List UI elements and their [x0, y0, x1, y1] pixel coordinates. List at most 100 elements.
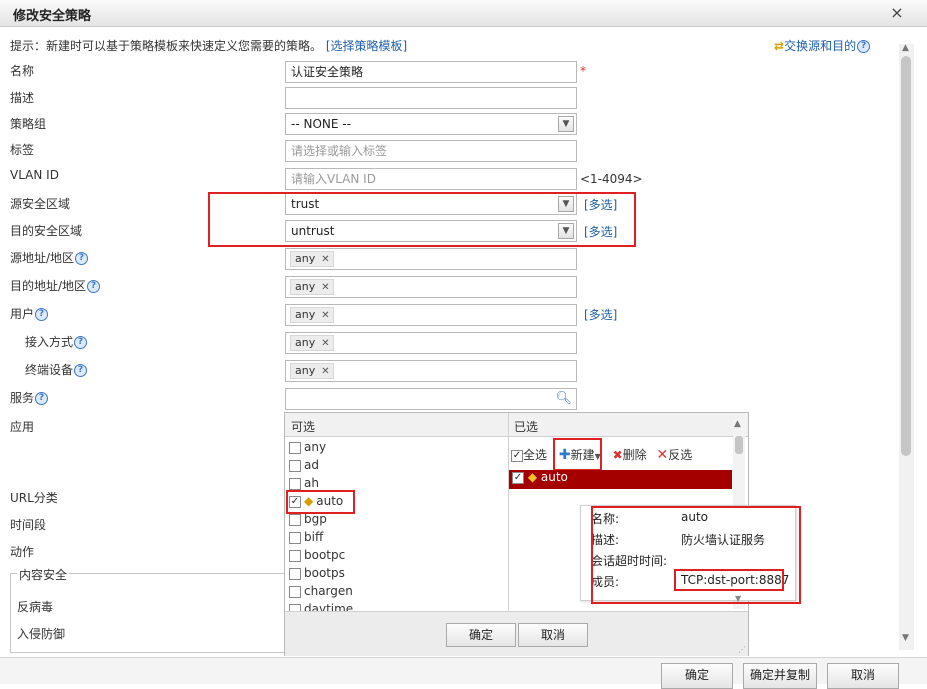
ok-button[interactable]: 确定	[661, 663, 733, 689]
checkbox[interactable]	[289, 603, 301, 611]
policy-group-value: -- NONE --	[291, 117, 351, 131]
close-icon[interactable]: ×	[888, 3, 906, 22]
option-label: ad	[304, 458, 319, 472]
dst-addr-input[interactable]: any ✕	[285, 276, 577, 298]
name-label: 名称	[10, 64, 35, 78]
checkbox[interactable]	[289, 531, 301, 544]
checkbox[interactable]	[289, 585, 301, 598]
dst-addr-label-text: 目的地址/地区	[10, 279, 87, 293]
swap-label: 交换源和目的	[784, 39, 857, 53]
list-item[interactable]: bootpc	[289, 548, 345, 562]
list-item[interactable]: ah	[289, 476, 319, 490]
vlan-range: <1-4094>	[580, 172, 643, 186]
remove-icon[interactable]: ✕	[321, 338, 329, 349]
user-label-text: 用户	[10, 307, 35, 321]
vlan-input[interactable]: 请输入VLAN ID	[285, 168, 577, 190]
access-mode-label-text: 接入方式	[25, 335, 74, 349]
antivirus-label: 反病毒	[17, 600, 54, 614]
time-range-label: 时间段	[10, 518, 47, 532]
ok-and-copy-button[interactable]: 确定并复制	[743, 663, 817, 689]
scroll-thumb[interactable]	[901, 56, 911, 456]
picker-divider	[508, 413, 509, 611]
dialog-title: 修改安全策略	[13, 9, 92, 24]
list-item[interactable]: biff	[289, 530, 323, 544]
dst-addr-tag: any ✕	[290, 279, 334, 295]
tag-label: any	[295, 280, 316, 293]
access-mode-tag: any ✕	[290, 335, 334, 351]
list-item[interactable]: any	[289, 440, 326, 454]
checkbox-checked[interactable]: ✓	[511, 449, 523, 462]
scroll-down-icon[interactable]: ▼	[902, 633, 909, 643]
remove-icon[interactable]: ✕	[321, 254, 329, 265]
src-addr-input[interactable]: any ✕	[285, 248, 577, 270]
checkbox-checked[interactable]: ✓	[512, 471, 524, 484]
search-icon[interactable]: 🔍︎	[555, 389, 572, 409]
access-mode-input[interactable]: any ✕	[285, 332, 577, 354]
checkbox[interactable]	[289, 441, 301, 454]
list-item[interactable]: bootps	[289, 566, 345, 580]
vlan-label: VLAN ID	[10, 168, 59, 182]
help-icon[interactable]: ?	[87, 280, 101, 293]
chevron-down-icon[interactable]: ▼	[558, 116, 574, 132]
picker-cancel-button[interactable]: 取消	[518, 623, 588, 647]
help-icon[interactable]: ?	[857, 40, 871, 53]
list-item[interactable]: bgp	[289, 512, 327, 526]
checkbox[interactable]	[289, 567, 301, 580]
tag-input[interactable]: 请选择或输入标签	[285, 140, 577, 162]
list-item[interactable]: daytime	[289, 602, 353, 611]
selected-header: 已选	[514, 420, 539, 434]
name-input[interactable]: 认证安全策略	[285, 61, 577, 83]
checkbox[interactable]	[289, 459, 301, 472]
remove-icon[interactable]: ✕	[321, 366, 329, 377]
delete-label: 删除	[622, 448, 647, 462]
terminal-input[interactable]: any ✕	[285, 360, 577, 382]
picker-ok-button[interactable]: 确定	[446, 623, 516, 647]
help-icon[interactable]: ?	[35, 308, 49, 321]
app-icon: ◆	[527, 470, 538, 484]
src-zone-label: 源安全区域	[10, 197, 71, 211]
remove-icon[interactable]: ✕	[321, 310, 329, 321]
checkbox[interactable]	[289, 513, 301, 526]
access-mode-label: 接入方式?	[25, 333, 88, 350]
scroll-up-icon[interactable]: ▲	[902, 43, 909, 53]
swap-link[interactable]: ⇄交换源和目的?	[774, 37, 871, 54]
checkbox[interactable]	[289, 477, 301, 490]
delete-button[interactable]: ✖删除	[613, 448, 647, 462]
option-label: biff	[304, 530, 324, 544]
zone-highlight-box	[208, 192, 636, 247]
service-label-text: 服务	[10, 391, 35, 405]
user-label: 用户?	[10, 305, 49, 322]
service-label: 服务?	[10, 389, 49, 406]
help-icon[interactable]: ?	[75, 252, 89, 265]
invert-icon: ✕	[656, 447, 669, 463]
invert-button[interactable]: ✕反选	[656, 447, 692, 463]
resize-grip-icon[interactable]: ⋰	[738, 645, 746, 654]
list-item[interactable]: chargen	[289, 584, 353, 598]
user-input[interactable]: any ✕	[285, 304, 577, 326]
cancel-button[interactable]: 取消	[827, 663, 899, 689]
help-icon[interactable]: ?	[35, 392, 49, 405]
select-template-link[interactable]: [选择策略模板]	[326, 39, 407, 53]
dst-zone-label: 目的安全区域	[10, 224, 83, 238]
tag-label: any	[295, 252, 316, 265]
tag-label: any	[295, 308, 316, 321]
application-label: 应用	[10, 420, 35, 434]
url-category-label: URL分类	[10, 491, 58, 505]
service-input[interactable]: 🔍︎	[285, 388, 577, 410]
checkbox[interactable]	[289, 549, 301, 562]
policy-group-select[interactable]: -- NONE -- ▼	[285, 113, 577, 135]
scroll-thumb[interactable]	[735, 436, 743, 454]
list-item[interactable]: ad	[289, 458, 319, 472]
select-all-button[interactable]: ✓ 全选	[511, 448, 547, 462]
help-icon[interactable]: ?	[74, 364, 88, 377]
description-input[interactable]	[285, 87, 577, 109]
ips-label: 入侵防御	[17, 627, 66, 641]
scroll-up-icon[interactable]: ▲	[734, 419, 741, 429]
user-multi-link[interactable]: [多选]	[584, 306, 617, 323]
hint-row: 提示：新建时可以基于策略模板来快速定义您需要的策略。 [选择策略模板]	[10, 37, 407, 54]
help-icon[interactable]: ?	[74, 336, 88, 349]
option-label: ah	[304, 476, 319, 490]
available-list: any ad ah ✓ ◆ auto bgp biff bootpc bootps …	[285, 437, 508, 611]
remove-icon[interactable]: ✕	[321, 282, 329, 293]
selected-row[interactable]: ✓ ◆ auto	[509, 470, 732, 489]
